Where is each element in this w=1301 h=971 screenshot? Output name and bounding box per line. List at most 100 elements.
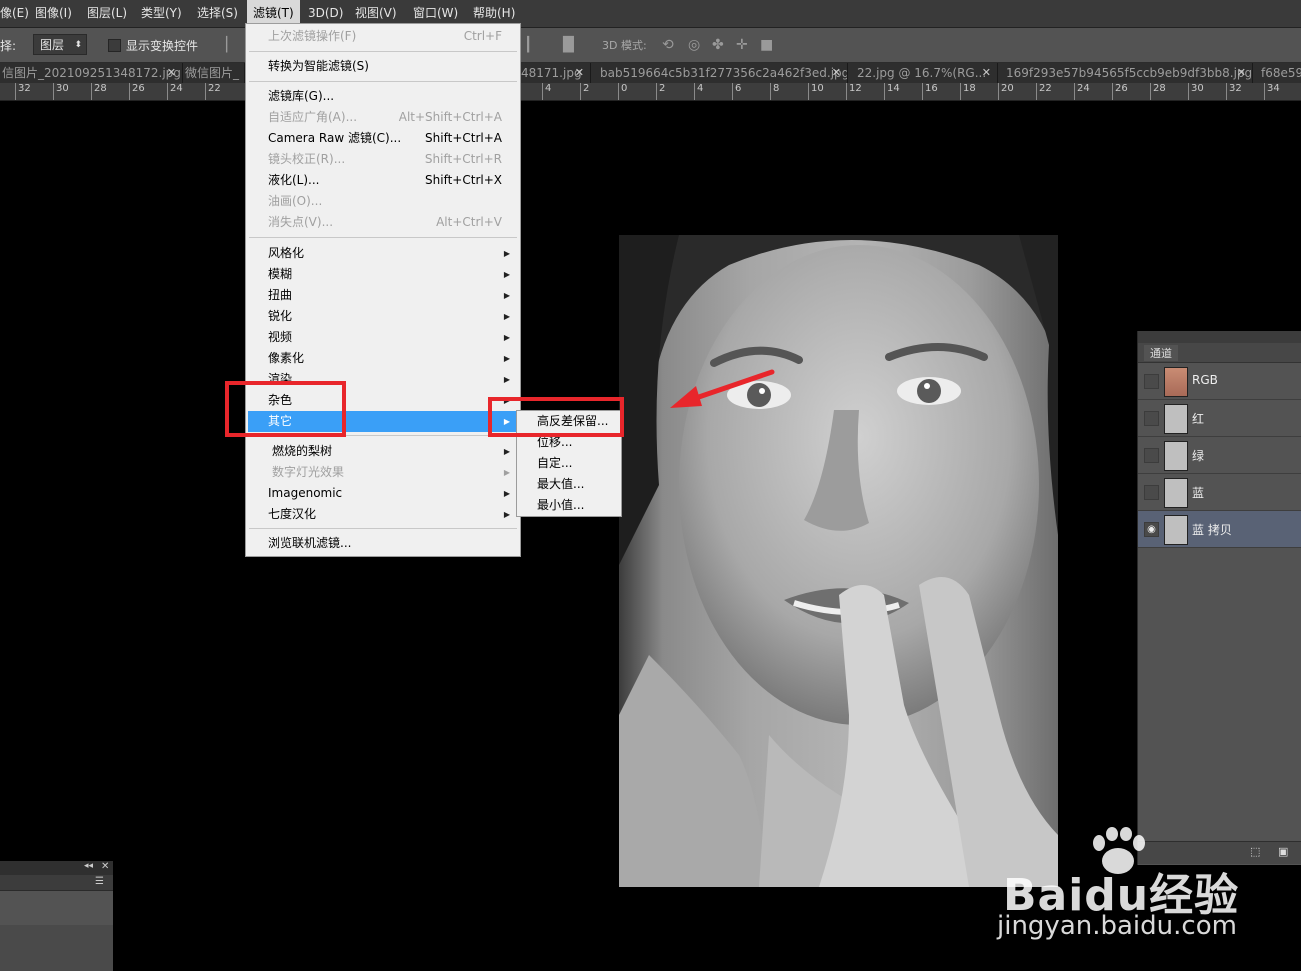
3d-rotate-icon[interactable]: ⟲ [662, 37, 674, 53]
collapse-icon[interactable]: ◂◂ [84, 861, 93, 871]
panel-menu-icon[interactable]: ☰ [95, 876, 104, 887]
menu-separator [249, 237, 517, 238]
menu-item-oil-paint[interactable]: 油画(O)... [248, 191, 518, 212]
submenu-arrow-icon: ▶ [503, 510, 510, 519]
ruler-label: 24 [167, 83, 183, 100]
menu-item-vanishing-point[interactable]: 消失点(V)... Alt+Ctrl+V [248, 212, 518, 233]
channels-panel: 通道 RGB 红 绿 蓝 ◉ 蓝 拷贝 ⬚ ▣ [1137, 331, 1301, 865]
collapsed-panel: ◂◂ ✕ ☰ [0, 861, 113, 971]
menu-separator [249, 81, 517, 82]
ruler-label: 22 [1036, 83, 1052, 100]
doc-tab-label: 22.jpg @ 16.7%(RG... [857, 66, 987, 80]
menu-separator [249, 51, 517, 52]
menu-item-custom[interactable]: 自定... [519, 453, 619, 474]
doc-tab[interactable]: bab519664c5b31f277356c2a462f3ed.jpg ✕ [593, 63, 848, 83]
visibility-toggle[interactable] [1144, 485, 1159, 500]
doc-tab[interactable]: f68e59 [1253, 63, 1301, 83]
close-icon[interactable]: ✕ [167, 63, 176, 83]
ruler-label: 26 [1112, 83, 1128, 100]
menu-item-minimum[interactable]: 最小值... [519, 495, 619, 516]
channel-name: 红 [1192, 412, 1205, 426]
channel-thumbnail [1164, 441, 1188, 471]
ruler-label: 30 [53, 83, 69, 100]
doc-tab[interactable]: 信图片_20210925134817​2.jpg ✕ [0, 63, 183, 83]
channel-thumbnail [1164, 404, 1188, 434]
doc-tab-label: 48171.jpg [521, 66, 582, 80]
align-center-icon[interactable]: ┃ [524, 37, 532, 53]
menu-item-last-filter[interactable]: 上次滤镜操作(F) Ctrl+F [248, 26, 518, 47]
doc-tab[interactable]: 22.jpg @ 16.7%(RG... ✕ [848, 63, 998, 83]
menu-type[interactable]: 类型(Y) [141, 0, 182, 27]
submenu-arrow-icon: ▶ [503, 489, 510, 498]
distribute-icon[interactable]: █ [563, 37, 574, 53]
channel-row[interactable]: 蓝 [1138, 474, 1301, 511]
submenu-arrow-icon: ▶ [503, 447, 510, 456]
tab-channels[interactable]: 通道 [1144, 345, 1178, 361]
close-icon[interactable]: ✕ [982, 63, 991, 83]
menu-item-maximum[interactable]: 最大值... [519, 474, 619, 495]
menu-item-pixelate[interactable]: 像素化 ▶ [248, 348, 518, 369]
menu-item-qidu[interactable]: 七度汉化 ▶ [248, 504, 518, 525]
menu-item-browse-online[interactable]: 浏览联机滤镜... [248, 533, 518, 554]
horizontal-ruler: 32 30 28 26 24 22 4 2 0 2 4 6 8 10 12 14… [0, 83, 1301, 101]
menu-item-burn-pear[interactable]: 燃烧的梨树 ▶ [248, 441, 518, 462]
menu-item-distort[interactable]: 扭曲 ▶ [248, 285, 518, 306]
doc-tab[interactable]: 169f293e57b94565f5ccb9eb9df3bb8.jpg ✕ [998, 63, 1253, 83]
visibility-toggle[interactable] [1144, 448, 1159, 463]
menu-item-digital-light[interactable]: 数字灯光效果 ▶ [248, 462, 518, 483]
channel-row-selected[interactable]: ◉ 蓝 拷贝 [1138, 511, 1301, 548]
show-transform-label: 显示变换控件 [126, 39, 199, 53]
close-icon[interactable]: ✕ [832, 63, 841, 83]
menu-item-camera-raw[interactable]: Camera Raw 滤镜(C)... Shift+Ctrl+A [248, 128, 518, 149]
close-icon[interactable]: ✕ [575, 63, 584, 83]
close-icon[interactable]: ✕ [1237, 63, 1246, 83]
menu-item-blur[interactable]: 模糊 ▶ [248, 264, 518, 285]
canvas-image[interactable] [619, 235, 1058, 887]
menu-item-filter-gallery[interactable]: 滤镜库(G)... [248, 86, 518, 107]
submenu-arrow-icon: ▶ [503, 249, 510, 258]
submenu-arrow-icon: ▶ [503, 270, 510, 279]
doc-tab[interactable]: 微信图片_ [183, 63, 245, 83]
doc-tab-label: 169f293e57b94565f5ccb9eb9df3bb8.jpg [1006, 66, 1253, 80]
menu-item-stylize[interactable]: 风格化 ▶ [248, 243, 518, 264]
auto-select-dropdown[interactable]: 图层 ⬍ [33, 34, 87, 55]
dropdown-arrow-icon: ⬍ [74, 40, 82, 50]
channel-row[interactable]: 绿 [1138, 437, 1301, 474]
menu-item-adaptive-wide[interactable]: 自适应广角(A)... Alt+Shift+Ctrl+A [248, 107, 518, 128]
auto-select-value: 图层 [40, 38, 65, 52]
menu-select[interactable]: 选择(S) [197, 0, 238, 27]
visibility-toggle[interactable] [1144, 374, 1159, 389]
auto-select-label: 择: [0, 39, 17, 53]
menu-edit[interactable]: 像(E) [0, 0, 29, 27]
3d-camera-icon[interactable]: ■ [760, 37, 773, 53]
menu-item-imagenomic[interactable]: Imagenomic ▶ [248, 483, 518, 504]
doc-tab[interactable]: 48171.jpg ✕ [521, 63, 591, 83]
menu-layer[interactable]: 图层(L) [87, 0, 127, 27]
menu-item-lens-correction[interactable]: 镜头校正(R)... Shift+Ctrl+R [248, 149, 518, 170]
align-left-icon[interactable]: ▏ [226, 37, 237, 53]
menu-item-smart-filter[interactable]: 转换为智能滤镜(S) [248, 56, 518, 77]
3d-slide-icon[interactable]: ✛ [736, 37, 748, 53]
menu-item-liquify[interactable]: 液化(L)... Shift+Ctrl+X [248, 170, 518, 191]
3d-pan-icon[interactable]: ✤ [712, 37, 724, 53]
menu-item-sharpen[interactable]: 锐化 ▶ [248, 306, 518, 327]
ruler-label: 16 [922, 83, 938, 100]
ruler-label: 20 [998, 83, 1014, 100]
ruler-label: 4 [694, 83, 703, 100]
show-transform-checkbox[interactable] [108, 39, 121, 52]
menu-item-video[interactable]: 视频 ▶ [248, 327, 518, 348]
save-selection-icon[interactable]: ▣ [1278, 845, 1288, 858]
3d-roll-icon[interactable]: ◎ [688, 37, 700, 53]
ruler-label: 30 [1188, 83, 1204, 100]
eye-icon[interactable]: ◉ [1144, 522, 1159, 537]
channel-row[interactable]: 红 [1138, 400, 1301, 437]
channel-row[interactable]: RGB [1138, 363, 1301, 400]
options-bar: 择: 图层 ⬍ 显示变换控件 ▏ ┃ █ 3D 模式: ⟲ ◎ ✤ ✛ ■ [0, 28, 1301, 63]
visibility-toggle[interactable] [1144, 411, 1159, 426]
load-selection-icon[interactable]: ⬚ [1250, 845, 1260, 858]
ruler-label: 2 [656, 83, 665, 100]
close-icon[interactable]: ✕ [101, 861, 109, 872]
ruler-label: 0 [618, 83, 627, 100]
menu-image[interactable]: 图像(I) [35, 0, 72, 27]
ruler-label: 32 [1226, 83, 1242, 100]
